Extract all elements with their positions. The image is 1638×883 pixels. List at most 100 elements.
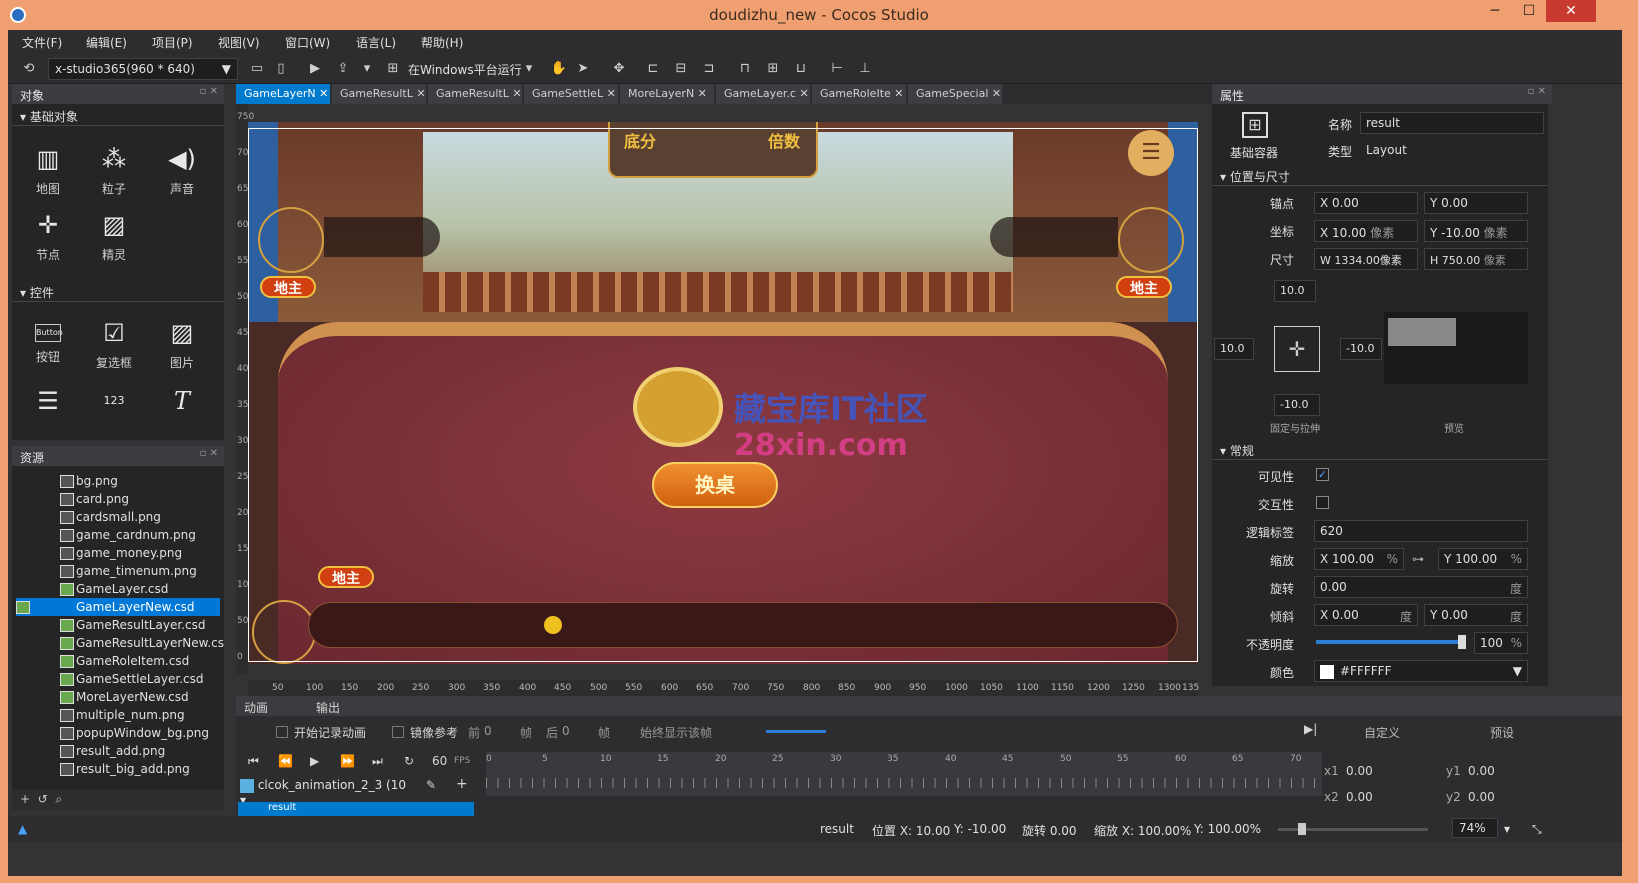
- rotate-input[interactable]: 0.00 度: [1314, 576, 1528, 598]
- menu-file[interactable]: 文件(F): [22, 34, 62, 51]
- publish-icon[interactable]: ⟲: [20, 60, 38, 78]
- scale-y-input[interactable]: Y 100.00 %: [1438, 548, 1528, 570]
- tab-gamelayer[interactable]: GameLayer.c ✕: [716, 84, 811, 104]
- pin-left-input[interactable]: 10.0: [1214, 338, 1254, 360]
- preset-tab[interactable]: 预设: [1490, 724, 1514, 741]
- pos-y-input[interactable]: Y -10.00 像素: [1424, 220, 1528, 242]
- edit-icon[interactable]: ✎: [426, 778, 436, 792]
- tab-output[interactable]: 输出: [316, 699, 340, 716]
- first-frame-icon[interactable]: ⏮: [248, 754, 259, 769]
- slider-handle[interactable]: [1298, 823, 1306, 835]
- menu-project[interactable]: 项目(P): [152, 34, 193, 51]
- custom-tab[interactable]: 自定义: [1364, 724, 1400, 741]
- align-right-icon[interactable]: ⊐: [700, 60, 718, 78]
- resolution-select[interactable]: x-studio365(960 * 640) ▼: [48, 58, 238, 80]
- menu-window[interactable]: 窗口(W): [285, 34, 330, 51]
- play-icon[interactable]: ▶|: [1304, 722, 1317, 736]
- resource-file[interactable]: GameResultLayer.csd: [60, 616, 220, 634]
- link-icon[interactable]: ⊶: [1412, 552, 1424, 566]
- menu-icon[interactable]: ☰: [1128, 130, 1174, 176]
- tab-animation[interactable]: 动画: [244, 699, 268, 716]
- text-control[interactable]: ☰: [18, 386, 78, 422]
- landscape-icon[interactable]: ▭: [248, 60, 266, 78]
- tab-gamesettle[interactable]: GameSettleL ✕: [524, 84, 619, 104]
- sprite-object[interactable]: ▨ 精灵: [84, 210, 144, 263]
- pin-bottom-input[interactable]: -10.0: [1274, 394, 1320, 416]
- sound-object[interactable]: ◀) 声音: [152, 144, 212, 197]
- size-h-input[interactable]: H 750.00 像素: [1424, 248, 1528, 270]
- upload-icon[interactable]: ⇪: [334, 60, 352, 78]
- back-value[interactable]: 0: [562, 724, 570, 738]
- add-icon[interactable]: +: [456, 776, 468, 792]
- opacity-input[interactable]: 100%: [1474, 632, 1528, 654]
- anchor-x-input[interactable]: X 0.00: [1314, 192, 1418, 214]
- slider-handle[interactable]: [1458, 635, 1466, 649]
- windows-icon[interactable]: ⊞: [384, 60, 402, 78]
- minimize-button[interactable]: ─: [1478, 0, 1512, 22]
- resource-file-selected[interactable]: GameLayerNew.csd: [16, 598, 220, 616]
- align-bottom-icon[interactable]: ⊔: [792, 60, 810, 78]
- resource-file[interactable]: GameResultLayerNew.csd: [60, 634, 224, 652]
- interactive-checkbox[interactable]: [1316, 496, 1329, 509]
- chevron-down-icon[interactable]: ▾: [1504, 822, 1510, 836]
- move-icon[interactable]: ✥: [610, 60, 628, 78]
- x2-value[interactable]: 0.00: [1346, 790, 1373, 804]
- scene-canvas[interactable]: 底分 倍数 ☰ 地主 地主 藏宝库IT社区 28xin.com 换桌 地主: [248, 122, 1198, 664]
- align-top-icon[interactable]: ⊓: [736, 60, 754, 78]
- tab-gameroleitem[interactable]: GameRoleIte ✕: [812, 84, 907, 104]
- align-left-icon[interactable]: ⊏: [644, 60, 662, 78]
- opacity-slider[interactable]: [1316, 635, 1466, 649]
- button-control[interactable]: Button 按钮: [18, 318, 78, 365]
- timeline-zoom-slider[interactable]: [766, 730, 826, 733]
- skew-y-input[interactable]: Y 0.00 度: [1424, 604, 1528, 626]
- zoom-slider[interactable]: [1278, 823, 1428, 835]
- tab-gamespecial[interactable]: GameSpecial ✕: [908, 84, 1003, 104]
- tab-gameresult1[interactable]: GameResultL ✕: [332, 84, 427, 104]
- tab-gamelayernew[interactable]: GameLayerN ✕: [236, 84, 331, 104]
- resource-file[interactable]: game_cardnum.png: [60, 526, 220, 544]
- front-value[interactable]: 0: [484, 724, 492, 738]
- menu-language[interactable]: 语言(L): [356, 34, 396, 51]
- color-select[interactable]: #FFFFFF ▼: [1314, 660, 1528, 682]
- change-table-button[interactable]: 换桌: [652, 462, 778, 508]
- checkbox-control[interactable]: ☑ 复选框: [84, 318, 144, 371]
- resource-file[interactable]: GameLayer.csd: [60, 580, 220, 598]
- resource-file[interactable]: GameSettleLayer.csd: [60, 670, 220, 688]
- node-object[interactable]: ✛ 节点: [18, 210, 78, 263]
- warning-icon[interactable]: ▲: [18, 822, 27, 836]
- chevron-down-icon[interactable]: ▾: [520, 60, 538, 78]
- distribute-v-icon[interactable]: ⊥: [856, 60, 874, 78]
- panel-controls[interactable]: ▫ ✕: [200, 448, 218, 459]
- y1-value[interactable]: 0.00: [1468, 764, 1495, 778]
- mirror-checkbox[interactable]: [392, 726, 404, 738]
- fps-value[interactable]: 60: [432, 754, 447, 768]
- skew-x-input[interactable]: X 0.00 度: [1314, 604, 1418, 626]
- resource-file[interactable]: game_money.png: [60, 544, 220, 562]
- loop-icon[interactable]: ↻: [404, 754, 414, 768]
- resource-file[interactable]: GameRoleItem.csd: [60, 652, 220, 670]
- tag-input[interactable]: 620: [1314, 520, 1528, 542]
- record-checkbox[interactable]: [276, 726, 288, 738]
- scale-x-input[interactable]: X 100.00 %: [1314, 548, 1404, 570]
- visible-checkbox[interactable]: ✓: [1316, 468, 1329, 481]
- resource-file[interactable]: game_timenum.png: [60, 562, 220, 580]
- prev-frame-icon[interactable]: ⏪: [278, 754, 293, 768]
- zoom-input[interactable]: 74%: [1452, 818, 1498, 838]
- hand-icon[interactable]: ✋: [550, 60, 568, 78]
- resource-file[interactable]: multiple_num.png: [60, 706, 220, 724]
- add-icon[interactable]: +: [20, 792, 30, 806]
- fit-screen-icon[interactable]: ⤡: [1532, 822, 1542, 837]
- play-icon[interactable]: ▶: [306, 60, 324, 78]
- map-object[interactable]: ▥ 地图: [18, 144, 78, 197]
- menu-edit[interactable]: 编辑(E): [86, 34, 127, 51]
- general-section[interactable]: ▾ 常规: [1212, 440, 1548, 460]
- tab-morelayer[interactable]: MoreLayerN ✕: [620, 84, 715, 104]
- name-input[interactable]: result: [1360, 112, 1544, 134]
- panel-controls[interactable]: ▫ ✕: [1528, 86, 1546, 97]
- resource-file[interactable]: bg.png: [60, 472, 220, 490]
- animation-select[interactable]: clcok_animation_2_3 (10 ▾: [240, 778, 410, 807]
- maximize-button[interactable]: ☐: [1512, 0, 1546, 22]
- resource-file[interactable]: card.png: [60, 490, 220, 508]
- next-frame-icon[interactable]: ⏩: [340, 754, 355, 768]
- particle-object[interactable]: ⁂ 粒子: [84, 144, 144, 197]
